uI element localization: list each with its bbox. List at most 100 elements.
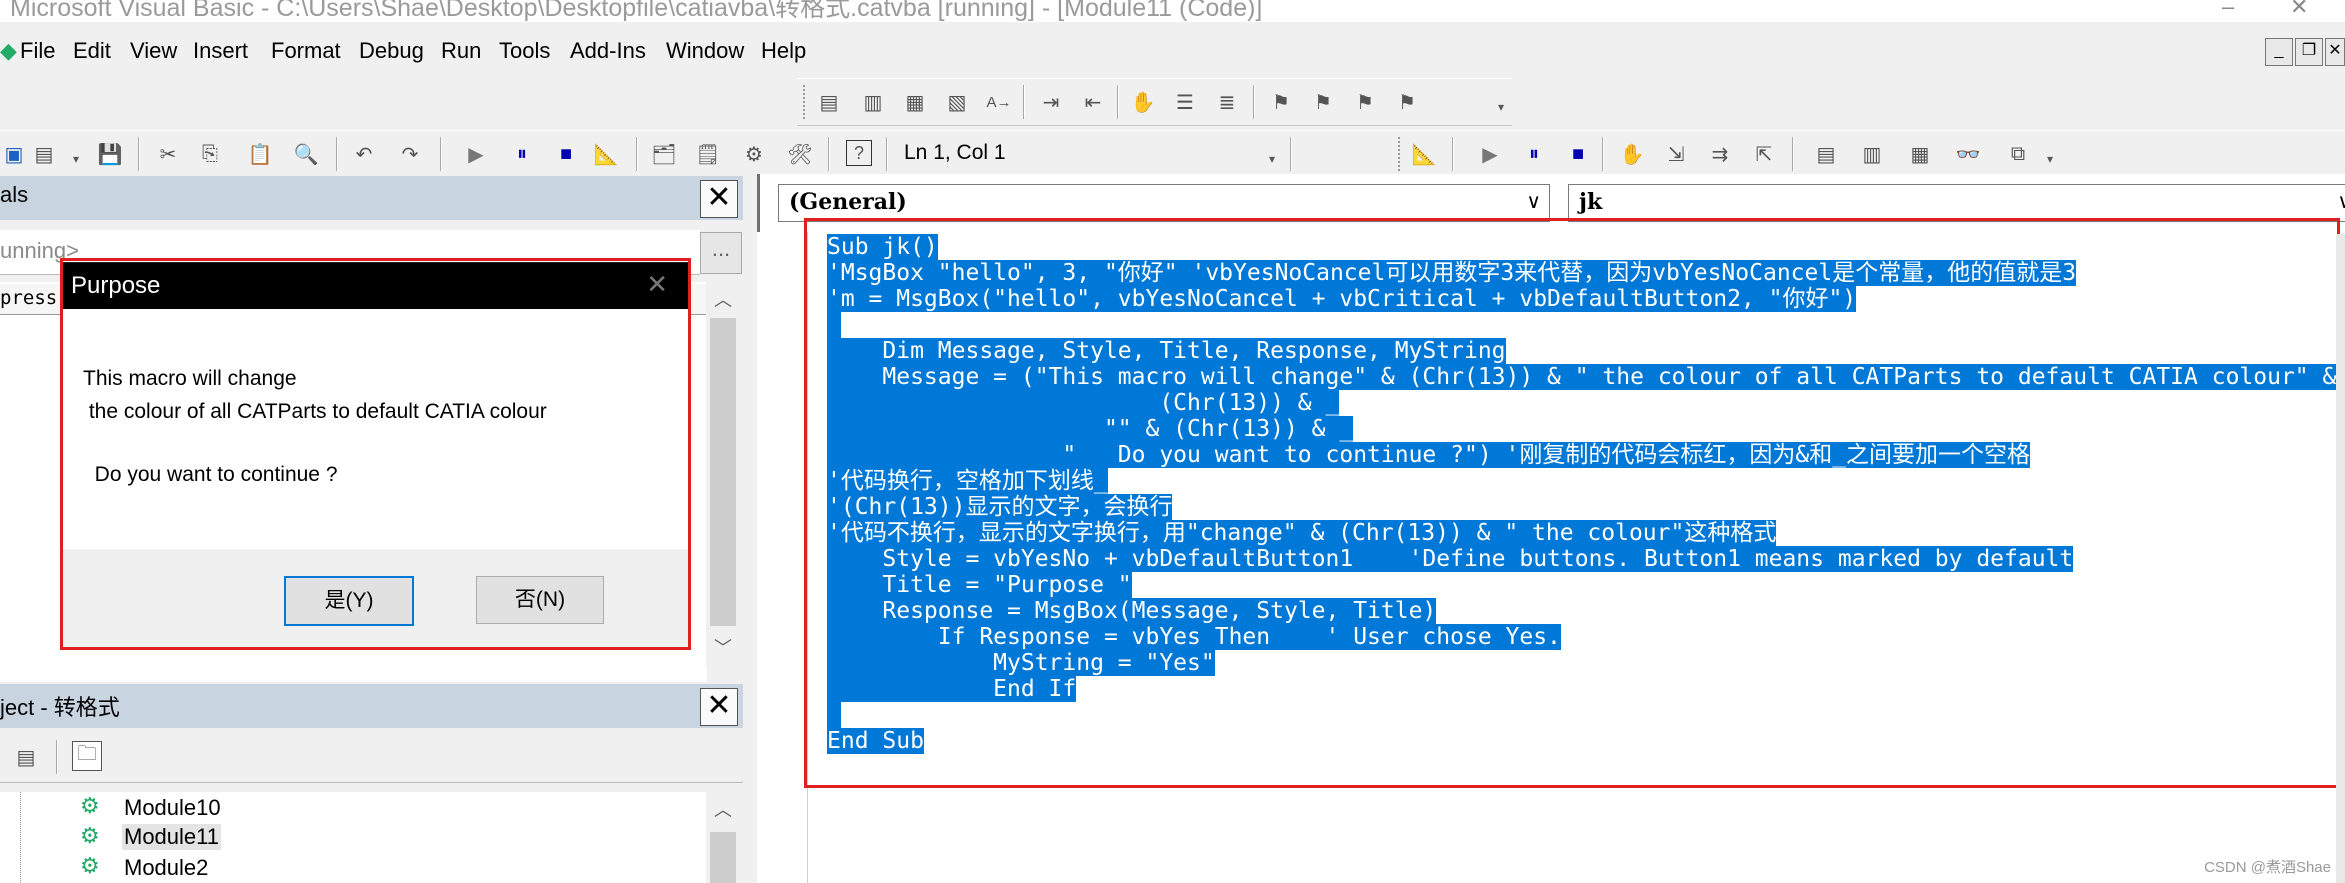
uncomment-block-icon[interactable]: ≣ <box>1213 88 1241 116</box>
column-header-expression: press <box>0 287 58 309</box>
minimize-icon[interactable]: – <box>2222 0 2234 20</box>
object-combobox[interactable]: (General) ∨ <box>778 184 1550 222</box>
toolbox-icon[interactable]: 🛠 <box>786 140 814 168</box>
insert-module-icon[interactable]: ▤ <box>30 140 58 168</box>
reset-icon[interactable]: ■ <box>552 140 580 168</box>
tree-line <box>20 792 22 883</box>
menu-window[interactable]: Window <box>666 38 744 64</box>
properties-window-icon[interactable]: 🗒 <box>694 140 722 168</box>
menu-edit[interactable]: Edit <box>73 38 111 64</box>
run-icon[interactable]: ▶ <box>462 140 490 168</box>
object-browser-icon[interactable]: ⚙ <box>740 140 768 168</box>
menu-file[interactable]: File <box>20 38 55 64</box>
locals-window-icon[interactable]: ▤ <box>1812 140 1840 168</box>
scroll-up-icon[interactable]: ︿ <box>706 796 740 822</box>
menu-add-ins[interactable]: Add-Ins <box>570 38 646 64</box>
module-name: Module2 <box>124 855 209 880</box>
toolbar-separator <box>828 137 830 171</box>
project-pane-title: ject - 转格式 <box>0 695 120 720</box>
toolbar-options-icon[interactable]: ▾ <box>2036 145 2064 173</box>
close-icon[interactable]: ✕ <box>2290 0 2308 20</box>
cut-icon[interactable]: ✂ <box>154 140 182 168</box>
toggle-folders-icon[interactable]: 🗀 <box>72 741 102 771</box>
toolbar-options-icon[interactable]: ▾ <box>1258 145 1286 173</box>
toolbar-grip[interactable] <box>1398 137 1404 171</box>
procedure-combobox[interactable]: jk ∨ <box>1568 184 2345 222</box>
find-icon[interactable]: 🔍 <box>292 140 320 168</box>
menu-insert[interactable]: Insert <box>193 38 248 64</box>
toolbar-separator <box>56 740 58 774</box>
reset-icon[interactable]: ■ <box>1564 140 1592 168</box>
project-tree: ⚙ Module10 ⚙ Module11 ⚙ Module2 <box>0 792 707 883</box>
menu-view[interactable]: View <box>130 38 177 64</box>
scroll-down-icon[interactable]: ﹀ <box>706 634 740 660</box>
redo-icon[interactable]: ↷ <box>396 140 424 168</box>
close-locals-button[interactable]: ✕ <box>700 180 738 218</box>
comment-block-icon[interactable]: ☰ <box>1171 88 1199 116</box>
menu-debug[interactable]: Debug <box>359 38 424 64</box>
parameter-info-icon[interactable]: ▧ <box>943 88 971 116</box>
window-title: Microsoft Visual Basic - C:\Users\Shae\D… <box>10 0 1263 22</box>
scroll-thumb[interactable] <box>710 832 736 883</box>
object-combobox-value: (General) <box>789 189 907 215</box>
toolbar-options-icon[interactable]: ▾ <box>1487 93 1515 121</box>
design-mode-icon[interactable]: 📐 <box>592 140 620 168</box>
outdent-icon[interactable]: ⇤ <box>1079 88 1107 116</box>
undo-icon[interactable]: ↶ <box>350 140 378 168</box>
menu-format[interactable]: Format <box>271 38 341 64</box>
copy-icon[interactable]: ⎘ <box>196 140 224 168</box>
pane-splitter[interactable] <box>743 176 757 883</box>
complete-word-icon[interactable]: A→ <box>985 88 1013 116</box>
mdi-close-button[interactable]: ✕ <box>2325 38 2345 66</box>
insert-dropdown-icon[interactable]: ▾ <box>62 145 90 173</box>
step-over-icon[interactable]: ⇉ <box>1706 140 1734 168</box>
menu-tools[interactable]: Tools <box>499 38 550 64</box>
step-out-icon[interactable]: ⇱ <box>1750 140 1778 168</box>
scroll-up-icon[interactable]: ︿ <box>706 286 740 312</box>
toggle-breakpoint-icon[interactable]: ✋ <box>1129 88 1157 116</box>
chevron-down-icon[interactable]: ∨ <box>2337 189 2345 213</box>
design-mode-icon[interactable]: 📐 <box>1410 140 1438 168</box>
list-constants-icon[interactable]: ▥ <box>859 88 887 116</box>
watch-window-icon[interactable]: ▦ <box>1906 140 1934 168</box>
call-stack-icon[interactable]: ⧉ <box>2004 140 2032 168</box>
paste-icon[interactable]: 📋 <box>246 140 274 168</box>
immediate-window-icon[interactable]: ▥ <box>1858 140 1886 168</box>
view-host-icon[interactable]: ▣ <box>0 140 28 168</box>
previous-bookmark-icon[interactable]: ⚑ <box>1351 88 1379 116</box>
save-icon[interactable]: 💾 <box>96 140 124 168</box>
quick-watch-icon[interactable]: 👓 <box>1954 140 1982 168</box>
close-project-button[interactable]: ✕ <box>700 688 738 726</box>
project-explorer-icon[interactable]: 🗂 <box>650 140 678 168</box>
project-scrollbar[interactable]: ︿ <box>706 792 740 883</box>
call-stack-button[interactable]: ... <box>700 232 742 274</box>
run-icon[interactable]: ▶ <box>1476 140 1504 168</box>
view-object-icon[interactable]: ▤ <box>12 743 40 771</box>
chevron-down-icon[interactable]: ∨ <box>1526 189 1541 213</box>
toggle-bookmark-icon[interactable]: ⚑ <box>1267 88 1295 116</box>
module-name: Module10 <box>124 795 221 820</box>
mdi-minimize-button[interactable]: _ <box>2265 38 2293 66</box>
help-icon[interactable]: ? <box>846 140 872 166</box>
clear-bookmarks-icon[interactable]: ⚑ <box>1393 88 1421 116</box>
menu-run[interactable]: Run <box>441 38 481 64</box>
step-into-icon[interactable]: ⇲ <box>1662 140 1690 168</box>
toolbar-separator <box>1290 137 1292 171</box>
toolbar-separator <box>1792 137 1794 171</box>
mdi-restore-button[interactable]: ❐ <box>2295 38 2323 66</box>
quick-info-icon[interactable]: ▦ <box>901 88 929 116</box>
cursor-position: Ln 1, Col 1 <box>904 141 1006 164</box>
scroll-thumb[interactable] <box>710 318 736 626</box>
break-icon[interactable]: ⏸ <box>1520 140 1548 168</box>
module-name: Module11 <box>122 824 221 850</box>
indent-icon[interactable]: ⇥ <box>1037 88 1065 116</box>
toggle-breakpoint-icon[interactable]: ✋ <box>1618 140 1646 168</box>
locals-scrollbar[interactable]: ︿ ﹀ <box>706 282 740 667</box>
margin-indicator-bar[interactable] <box>757 232 808 883</box>
list-properties-icon[interactable]: ▤ <box>815 88 843 116</box>
next-bookmark-icon[interactable]: ⚑ <box>1309 88 1337 116</box>
code-scrollbar[interactable] <box>2336 234 2345 883</box>
toolbar-grip[interactable] <box>803 85 809 119</box>
menu-help[interactable]: Help <box>761 38 806 64</box>
break-icon[interactable]: ⏸ <box>508 140 536 168</box>
